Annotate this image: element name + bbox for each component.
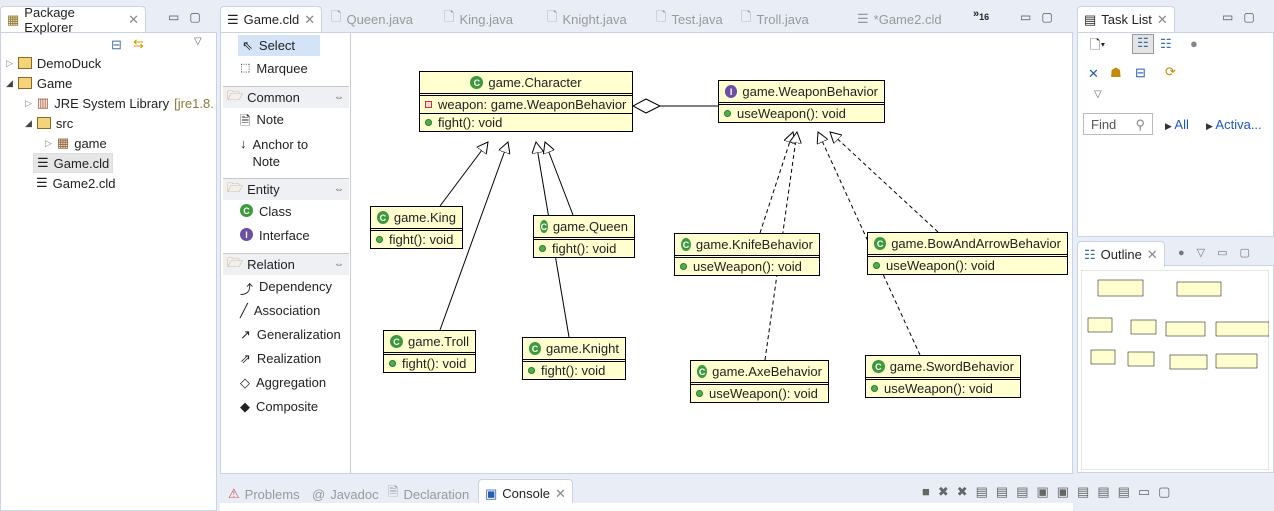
class-icon: C	[681, 238, 691, 251]
public-method-icon	[873, 262, 880, 269]
at-icon: @	[312, 486, 326, 502]
realization-bow[interactable]	[830, 132, 939, 233]
class-icon: C	[540, 220, 548, 233]
class-queen[interactable]: Cgame.Queen fight(): void	[533, 215, 635, 258]
public-method-icon	[724, 110, 731, 117]
class-sword-behavior[interactable]: Cgame.SwordBehavior useWeapon(): void	[865, 355, 1021, 398]
sync-icon[interactable]: ●	[1190, 36, 1198, 51]
outline-icon: ☷	[1084, 246, 1096, 262]
public-method-icon	[389, 360, 396, 367]
class-icon: C	[872, 360, 885, 373]
tab-outline[interactable]: ☷ Outline ✕	[1077, 241, 1165, 267]
private-field-icon	[425, 101, 432, 108]
problems-icon: ⚠	[228, 486, 240, 501]
class-knight[interactable]: Cgame.Knight fight(): void	[522, 337, 626, 380]
find-input[interactable]: Find ⚲	[1083, 113, 1153, 135]
aggregation-diamond	[631, 98, 662, 114]
console-toolbar[interactable]: ■✖✖▤▤▤▣▣▤▤▤▭▢	[922, 484, 1178, 500]
console-output	[220, 503, 1073, 511]
class-icon: C	[529, 342, 541, 355]
categorized-icon[interactable]: ☷	[1132, 34, 1154, 54]
interface-icon: I	[725, 85, 738, 98]
outline-thumbnail[interactable]	[1081, 270, 1269, 470]
collapse-all-icon[interactable]: ⊟	[1135, 65, 1146, 81]
close-icon[interactable]: ✕	[1157, 12, 1168, 28]
class-axe-behavior[interactable]: Cgame.AxeBehavior useWeapon(): void	[690, 360, 829, 403]
public-method-icon	[425, 119, 432, 126]
close-icon[interactable]: ✕	[1147, 247, 1158, 263]
class-troll[interactable]: Cgame.Troll fight(): void	[383, 330, 476, 373]
class-icon: C	[390, 335, 404, 348]
filter-activate-link[interactable]: ▶ Activa...	[1206, 117, 1262, 132]
triangle-icon: ▶	[1165, 121, 1175, 131]
scheduled-icon[interactable]: ☷	[1160, 36, 1172, 52]
class-character[interactable]: Cgame.Character weapon: game.WeaponBehav…	[419, 71, 633, 132]
tab-task-list[interactable]: ▤ Task List ✕	[1077, 6, 1175, 32]
realization-knife[interactable]	[759, 132, 793, 234]
public-method-icon	[539, 245, 546, 252]
filter-all-link[interactable]: ▶ All	[1165, 117, 1189, 132]
class-knife-behavior[interactable]: Cgame.KnifeBehavior useWeapon(): void	[674, 233, 820, 276]
task-list-minmax-buttons[interactable]: ▭▢	[1222, 10, 1265, 24]
declaration-icon: 🗎	[388, 484, 399, 499]
filter-owner-icon[interactable]: ☗	[1110, 65, 1122, 81]
task-list-icon: ▤	[1084, 11, 1097, 27]
generalization-queen[interactable]	[545, 142, 574, 216]
class-icon: C	[470, 76, 484, 89]
public-method-icon	[528, 367, 535, 374]
public-method-icon	[696, 390, 703, 397]
class-icon: C	[874, 237, 887, 250]
class-icon: C	[697, 365, 708, 378]
class-icon: C	[377, 211, 389, 224]
interface-weapon-behavior[interactable]: Igame.WeaponBehavior useWeapon(): void	[718, 80, 885, 123]
public-method-icon	[680, 263, 687, 270]
public-method-icon	[376, 236, 383, 243]
console-icon: ▣	[485, 485, 498, 501]
new-task-icon[interactable]: 🗋▾	[1090, 36, 1105, 58]
focus-icon[interactable]: ⟳	[1165, 64, 1176, 80]
search-icon: ⚲	[1135, 117, 1145, 132]
triangle-icon: ▶	[1206, 121, 1216, 131]
filter-completed-icon[interactable]: ✕	[1088, 66, 1099, 82]
close-icon[interactable]: ✕	[555, 486, 566, 502]
class-bow-and-arrow-behavior[interactable]: Cgame.BowAndArrowBehavior useWeapon(): v…	[867, 232, 1068, 275]
outline-menu-icons[interactable]: ●▽▭▢	[1178, 246, 1262, 259]
public-method-icon	[871, 385, 878, 392]
generalization-king[interactable]	[439, 142, 488, 207]
view-menu-icon[interactable]: ▽	[1094, 89, 1102, 100]
class-king[interactable]: Cgame.King fight(): void	[370, 206, 463, 249]
